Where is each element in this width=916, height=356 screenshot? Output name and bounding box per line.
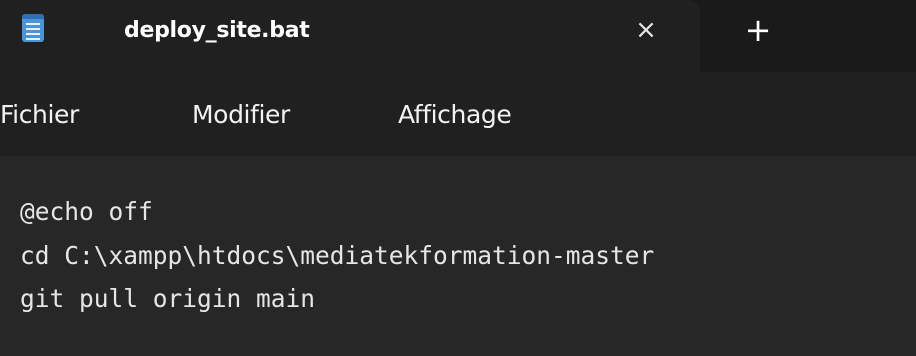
code-line-1: @echo off: [20, 197, 153, 226]
code-line-3: git pull origin main: [20, 284, 316, 313]
notepad-file-icon: [22, 14, 44, 42]
tab-title: deploy_site.bat: [124, 18, 310, 43]
notepad-window: deploy_site.bat × + Fichier Modifier Aff…: [0, 0, 916, 356]
close-tab-button[interactable]: ×: [628, 12, 664, 48]
menu-item-fichier[interactable]: Fichier: [0, 100, 79, 129]
new-tab-button[interactable]: +: [740, 11, 776, 49]
tab-bar: deploy_site.bat × +: [0, 0, 916, 72]
menu-item-affichage[interactable]: Affichage: [398, 100, 512, 129]
tab-deploy-site[interactable]: deploy_site.bat ×: [0, 0, 700, 72]
code-line-2: cd C:\xampp\htdocs\mediatekformation-mas…: [20, 241, 655, 270]
text-editor[interactable]: @echo off cd C:\xampp\htdocs\mediatekfor…: [0, 156, 916, 356]
menu-item-modifier[interactable]: Modifier: [192, 100, 290, 129]
menu-bar: Fichier Modifier Affichage: [0, 72, 916, 156]
